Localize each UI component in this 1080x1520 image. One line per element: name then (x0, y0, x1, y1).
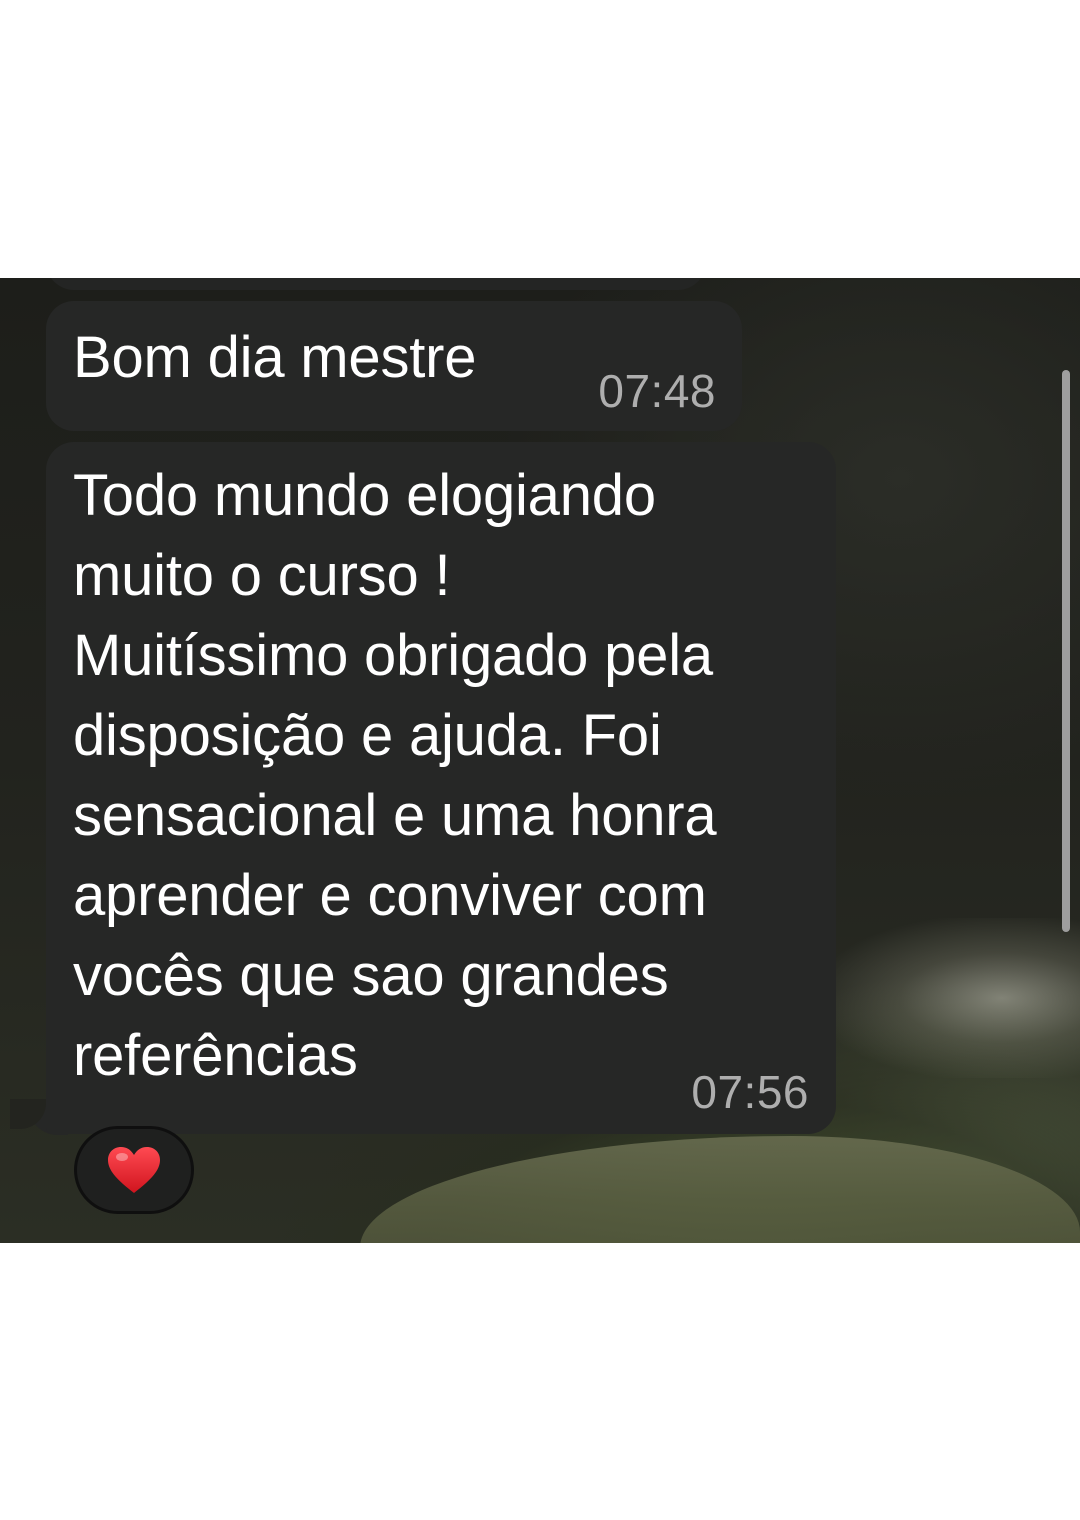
message-timestamp: 07:48 (598, 365, 716, 417)
message-text: Todo mundo elogiando muito o curso ! Mui… (73, 463, 717, 1088)
heart-icon (108, 1147, 160, 1193)
message-text: Bom dia mestre (73, 325, 477, 390)
previous-message-bubble[interactable] (46, 278, 706, 290)
message-bubble[interactable]: Bom dia mestre 07:48 (46, 301, 742, 431)
wallpaper-detail (820, 918, 1080, 1078)
message-bubble[interactable]: Todo mundo elogiando muito o curso ! Mui… (46, 442, 836, 1134)
message-timestamp: 07:56 (691, 1066, 809, 1118)
scrollbar[interactable] (1062, 370, 1070, 932)
chat-screenshot: Bom dia mestre 07:48 Todo mundo elogiand… (0, 278, 1080, 1243)
reaction-badge[interactable] (74, 1126, 194, 1214)
wallpaper-figure (360, 1136, 1080, 1243)
